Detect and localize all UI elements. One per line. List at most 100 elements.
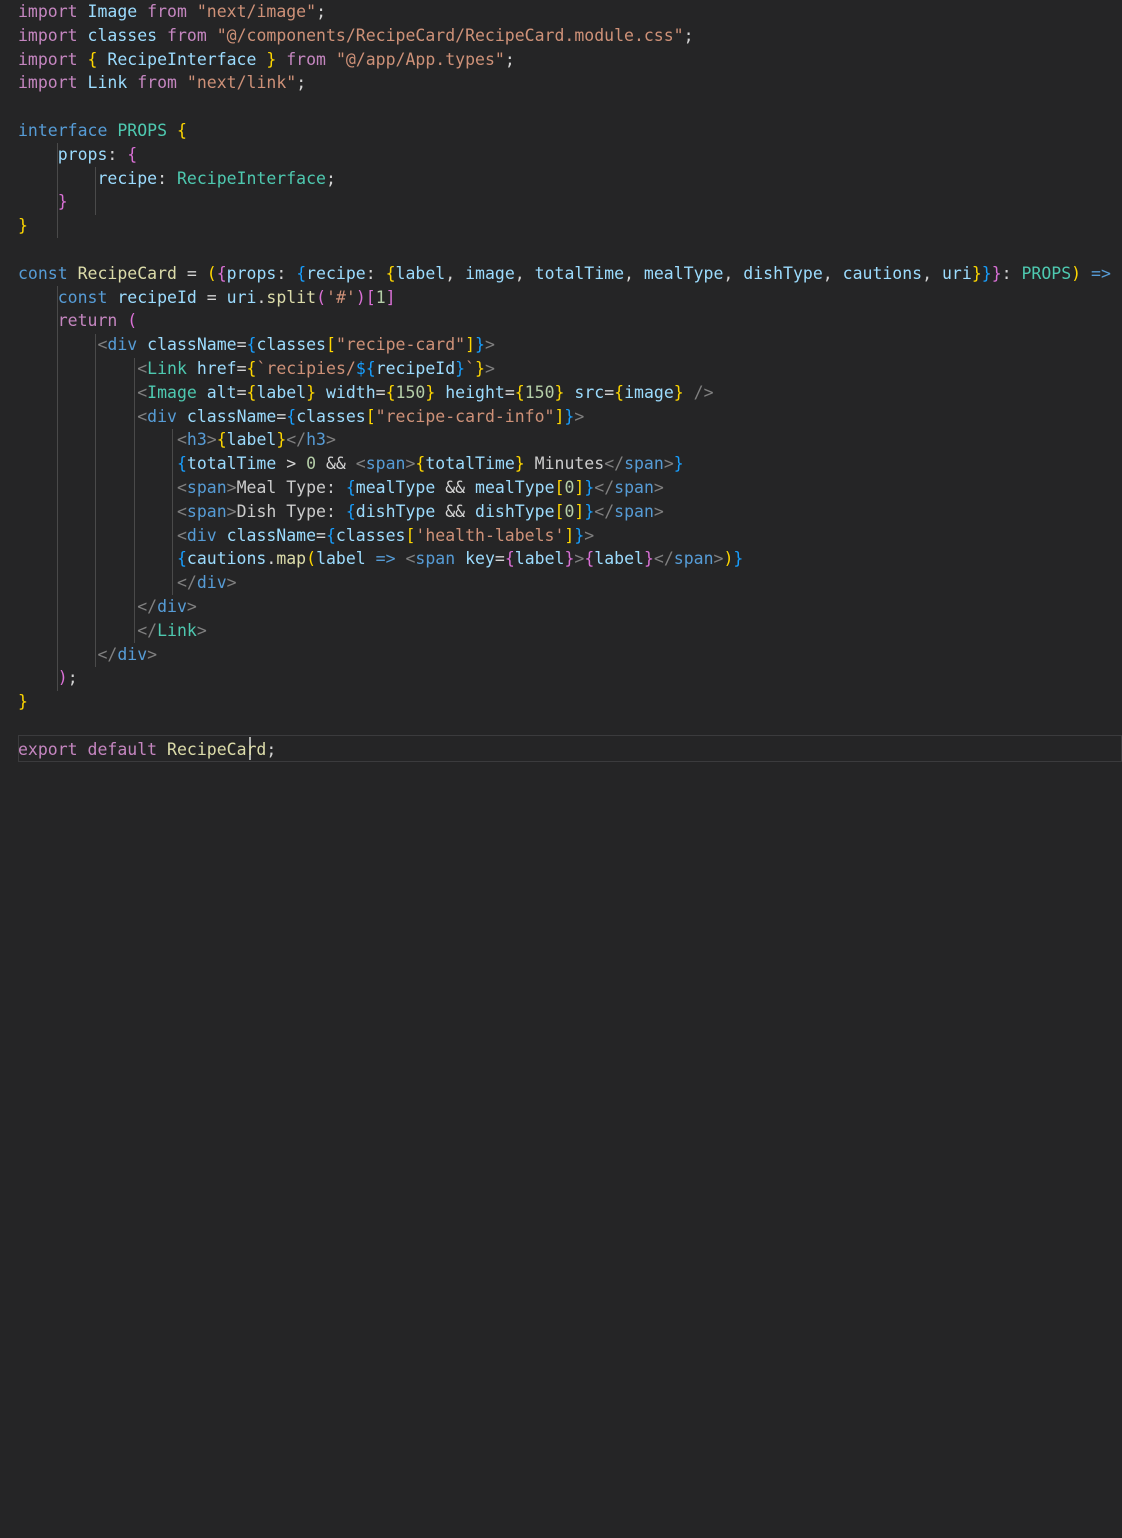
token-jsx-tag: h3	[186, 430, 207, 450]
code-line[interactable]: <Link href={`recipies/${recipeId}`}>	[18, 357, 495, 381]
token-keyword: export	[18, 739, 78, 759]
code-line[interactable]: <h3>{label}</h3>	[18, 428, 336, 452]
token-number: 1	[375, 287, 386, 307]
token-jsx-tag: div	[117, 644, 148, 664]
token-number: 0	[564, 501, 575, 521]
code-editor[interactable]: import Image from "next/image"; import c…	[0, 0, 1122, 769]
code-line[interactable]: </Link>	[18, 619, 207, 643]
token-jsx-tag: span	[186, 478, 227, 497]
code-line[interactable]: <div className={classes["recipe-card-inf…	[18, 405, 584, 429]
token-type: PROPS	[1021, 263, 1072, 283]
token-bracket: }	[57, 192, 68, 212]
token-jsx-attr: className	[186, 406, 277, 426]
code-line[interactable]: <Image alt={label} width={150} height={1…	[18, 381, 713, 405]
token-jsx-tag: span	[614, 501, 654, 521]
code-line[interactable]: const RecipeCard = ({props: {recipe: {la…	[18, 262, 1122, 286]
token-keyword: from	[147, 2, 187, 21]
token-jsx-attr: src	[574, 382, 605, 402]
token-jsx-text: Meal Type:	[236, 478, 346, 497]
code-line[interactable]: recipe: RecipeInterface;	[18, 167, 335, 191]
code-line[interactable]: </div>	[18, 571, 237, 595]
code-line[interactable]: }	[18, 214, 28, 238]
token-string: '#'	[326, 287, 356, 307]
code-line[interactable]	[18, 95, 28, 119]
token-method: split	[266, 287, 317, 307]
code-content[interactable]: import Image from "next/image"; import c…	[0, 0, 1122, 769]
code-line[interactable]: <div className={classes['health-labels']…	[18, 524, 594, 548]
token-jsx-tag: div	[157, 597, 187, 616]
token-number: 0	[306, 454, 317, 474]
token-jsx-tag: div	[196, 573, 227, 593]
token-jsx-tag: div	[186, 525, 217, 545]
code-line[interactable]: interface PROPS {	[18, 119, 187, 143]
token-bracket: {	[127, 144, 138, 164]
token-number: 0	[564, 478, 575, 497]
code-line[interactable]: <span>Meal Type: {mealType && mealType[0…	[18, 476, 664, 500]
token-jsx-text: Minutes	[524, 454, 605, 474]
token-jsx-attr: className	[226, 525, 317, 545]
token-string: "@/app/App.types"	[335, 49, 505, 69]
token-bracket: }	[266, 49, 277, 69]
token-jsx-attr: alt	[206, 382, 237, 402]
code-line[interactable]: {totalTime > 0 && <span>{totalTime} Minu…	[18, 452, 684, 476]
code-line[interactable]: }	[18, 190, 68, 214]
token-keyword: return	[57, 311, 118, 331]
token-string: "recipe-card-info"	[375, 406, 555, 426]
token-jsx-tag: span	[365, 454, 406, 474]
token-jsx-component: Link	[157, 620, 197, 640]
token-jsx-tag: span	[186, 501, 227, 521]
token-jsx-tag: h3	[306, 430, 326, 450]
code-line[interactable]: export default RecipeCard;	[18, 738, 276, 762]
token-keyword: interface	[18, 121, 108, 140]
token-jsx-component: Image	[147, 382, 197, 402]
token-method: map	[276, 549, 307, 569]
code-line[interactable]: <div className={classes["recipe-card"]}>	[18, 333, 494, 357]
token-jsx-tag: span	[673, 549, 714, 569]
token-string: "next/link"	[186, 73, 297, 93]
code-line[interactable]: <span>Dish Type: {dishType && dishType[0…	[18, 500, 664, 524]
token-keyword: default	[87, 739, 158, 759]
token-number: 150	[524, 382, 555, 402]
token-jsx-attr: width	[326, 382, 376, 402]
token-jsx-attr: href	[196, 359, 237, 378]
token-function: RecipeCard	[77, 263, 177, 283]
token-bracket: }	[18, 216, 28, 236]
token-jsx-tag: div	[147, 406, 177, 426]
token-jsx-tag: span	[415, 549, 456, 569]
code-line[interactable]: </div>	[18, 595, 197, 619]
code-line[interactable]: import { RecipeInterface } from "@/app/A…	[18, 48, 515, 72]
code-line[interactable]	[18, 714, 28, 738]
code-line[interactable]: </div>	[18, 643, 157, 667]
token-number: 150	[395, 382, 426, 402]
token-string: "@/components/RecipeCard/RecipeCard.modu…	[216, 25, 684, 45]
token-keyword: import	[18, 2, 78, 21]
token-jsx-bracket: <	[97, 335, 108, 355]
code-line[interactable]: props: {	[18, 143, 137, 167]
token-jsx-tag: span	[614, 478, 654, 497]
token-type: PROPS	[117, 121, 168, 140]
token-type: RecipeInterface	[176, 168, 326, 188]
token-jsx-component: Link	[147, 359, 187, 378]
code-line[interactable]: const recipeId = uri.split('#')[1]	[18, 286, 396, 310]
code-line[interactable]	[18, 238, 28, 262]
code-line[interactable]: );	[18, 666, 78, 690]
token-jsx-attr: height	[445, 382, 505, 402]
code-line[interactable]: import Image from "next/image";	[18, 0, 326, 24]
token-jsx-text: Dish Type:	[236, 501, 346, 521]
token-bracket: {	[87, 49, 98, 69]
code-line[interactable]: }	[18, 690, 28, 714]
token-identifier: Image	[87, 2, 138, 21]
code-line[interactable]: {cautions.map(label => <span key={label}…	[18, 547, 743, 571]
token-bracket: {	[176, 121, 187, 140]
code-line[interactable]: import classes from "@/components/Recipe…	[18, 24, 694, 48]
code-line[interactable]: import Link from "next/link";	[18, 71, 306, 95]
token-template-string: `recipies/	[256, 359, 356, 378]
token-jsx-attr: key	[465, 549, 495, 569]
token-string: "recipe-card"	[335, 335, 466, 355]
token-string: "next/image"	[196, 2, 317, 21]
token-jsx-attr: className	[147, 335, 237, 355]
token-string: 'health-labels'	[415, 525, 565, 545]
code-line[interactable]: return (	[18, 309, 137, 333]
token-jsx-tag: div	[107, 335, 138, 355]
token-jsx-tag: span	[624, 454, 664, 474]
